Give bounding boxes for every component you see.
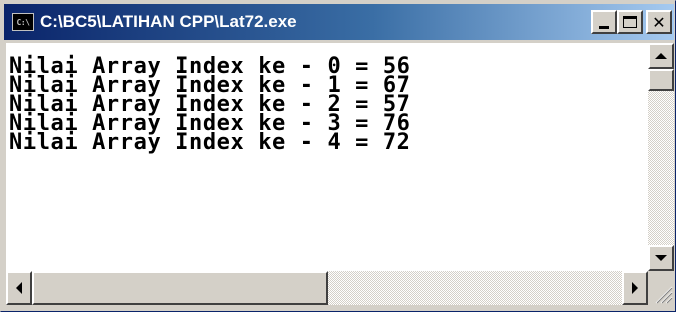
vertical-scroll-thumb[interactable] (648, 69, 674, 91)
resize-grip-icon (655, 286, 673, 304)
scroll-down-button[interactable] (648, 245, 674, 271)
console-icon[interactable]: C:\ (12, 13, 34, 31)
maximize-icon (623, 16, 637, 28)
window-title: C:\BC5\LATIHAN CPP\Lat72.exe (40, 12, 297, 31)
horizontal-scroll-thumb[interactable] (32, 271, 328, 305)
minimize-button[interactable] (591, 10, 617, 34)
arrow-left-icon (16, 282, 22, 294)
arrow-up-icon (655, 53, 667, 59)
scroll-right-button[interactable] (622, 271, 648, 305)
arrow-down-icon (655, 255, 667, 261)
title-bar[interactable]: C:\ C:\BC5\LATIHAN CPP\Lat72.exe ✕ (4, 4, 674, 40)
scroll-up-button[interactable] (648, 43, 674, 69)
resize-grip[interactable] (648, 271, 674, 305)
caption-buttons: ✕ (591, 10, 672, 34)
horizontal-scrollbar[interactable] (6, 271, 648, 305)
console-window: C:\ C:\BC5\LATIHAN CPP\Lat72.exe ✕ Nilai… (0, 0, 676, 312)
close-icon: ✕ (652, 12, 666, 32)
console-output[interactable]: Nilai Array Index ke - 0 = 56 Nilai Arra… (6, 43, 648, 271)
maximize-button[interactable] (617, 10, 643, 34)
arrow-right-icon (632, 282, 638, 294)
vertical-scrollbar[interactable] (648, 43, 674, 271)
close-button[interactable]: ✕ (646, 10, 672, 34)
console-line: Nilai Array Index ke - 4 = 72 (9, 130, 411, 155)
scroll-left-button[interactable] (6, 271, 32, 305)
minimize-icon (599, 25, 609, 29)
